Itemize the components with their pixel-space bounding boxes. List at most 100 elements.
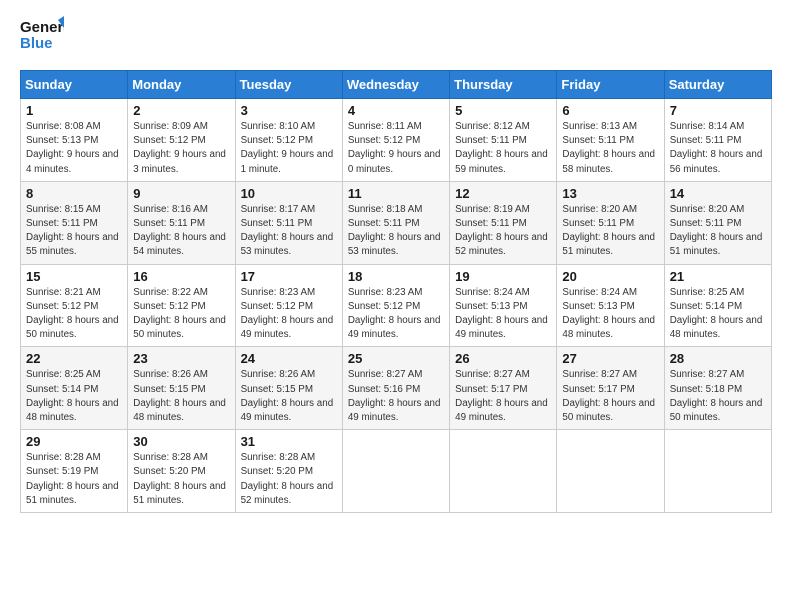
header: General Blue	[20, 16, 772, 60]
sunrise-label: Sunrise: 8:28 AM	[26, 452, 101, 463]
daylight-label: Daylight: 9 hours and 3 minutes.	[133, 149, 226, 174]
calendar-cell: 29 Sunrise: 8:28 AM Sunset: 5:19 PM Dayl…	[21, 430, 128, 513]
day-info: Sunrise: 8:25 AM Sunset: 5:14 PM Dayligh…	[26, 368, 122, 425]
sunrise-label: Sunrise: 8:28 AM	[241, 452, 316, 463]
sunset-label: Sunset: 5:12 PM	[348, 135, 420, 146]
calendar-cell	[342, 430, 449, 513]
sunset-label: Sunset: 5:11 PM	[348, 218, 420, 229]
daylight-label: Daylight: 8 hours and 56 minutes.	[670, 149, 763, 174]
sunrise-label: Sunrise: 8:21 AM	[26, 287, 101, 298]
day-number: 26	[455, 351, 551, 366]
day-info: Sunrise: 8:14 AM Sunset: 5:11 PM Dayligh…	[670, 120, 766, 177]
sunset-label: Sunset: 5:17 PM	[562, 384, 634, 395]
daylight-label: Daylight: 8 hours and 51 minutes.	[670, 232, 763, 257]
logo: General Blue	[20, 16, 64, 60]
calendar-cell: 11 Sunrise: 8:18 AM Sunset: 5:11 PM Dayl…	[342, 181, 449, 264]
sunrise-label: Sunrise: 8:28 AM	[133, 452, 208, 463]
daylight-label: Daylight: 8 hours and 50 minutes.	[562, 398, 655, 423]
calendar-cell: 4 Sunrise: 8:11 AM Sunset: 5:12 PM Dayli…	[342, 99, 449, 182]
daylight-label: Daylight: 8 hours and 48 minutes.	[562, 315, 655, 340]
day-number: 23	[133, 351, 229, 366]
calendar-cell: 31 Sunrise: 8:28 AM Sunset: 5:20 PM Dayl…	[235, 430, 342, 513]
daylight-label: Daylight: 8 hours and 51 minutes.	[133, 481, 226, 506]
sunrise-label: Sunrise: 8:16 AM	[133, 204, 208, 215]
sunrise-label: Sunrise: 8:26 AM	[241, 369, 316, 380]
sunrise-label: Sunrise: 8:13 AM	[562, 121, 637, 132]
day-number: 7	[670, 103, 766, 118]
day-header-monday: Monday	[128, 71, 235, 99]
sunset-label: Sunset: 5:14 PM	[26, 384, 98, 395]
day-number: 29	[26, 434, 122, 449]
sunset-label: Sunset: 5:12 PM	[348, 301, 420, 312]
daylight-label: Daylight: 9 hours and 4 minutes.	[26, 149, 119, 174]
day-info: Sunrise: 8:13 AM Sunset: 5:11 PM Dayligh…	[562, 120, 658, 177]
sunset-label: Sunset: 5:11 PM	[562, 218, 634, 229]
daylight-label: Daylight: 8 hours and 52 minutes.	[455, 232, 548, 257]
calendar-cell: 9 Sunrise: 8:16 AM Sunset: 5:11 PM Dayli…	[128, 181, 235, 264]
sunset-label: Sunset: 5:15 PM	[241, 384, 313, 395]
calendar-cell: 15 Sunrise: 8:21 AM Sunset: 5:12 PM Dayl…	[21, 264, 128, 347]
sunset-label: Sunset: 5:20 PM	[241, 466, 313, 477]
day-info: Sunrise: 8:23 AM Sunset: 5:12 PM Dayligh…	[241, 286, 337, 343]
day-number: 6	[562, 103, 658, 118]
sunset-label: Sunset: 5:12 PM	[133, 135, 205, 146]
day-number: 16	[133, 269, 229, 284]
day-number: 19	[455, 269, 551, 284]
sunrise-label: Sunrise: 8:27 AM	[562, 369, 637, 380]
calendar-cell	[664, 430, 771, 513]
sunrise-label: Sunrise: 8:27 AM	[670, 369, 745, 380]
daylight-label: Daylight: 8 hours and 50 minutes.	[670, 398, 763, 423]
calendar-cell: 5 Sunrise: 8:12 AM Sunset: 5:11 PM Dayli…	[450, 99, 557, 182]
calendar-cell: 10 Sunrise: 8:17 AM Sunset: 5:11 PM Dayl…	[235, 181, 342, 264]
day-info: Sunrise: 8:25 AM Sunset: 5:14 PM Dayligh…	[670, 286, 766, 343]
calendar-cell: 25 Sunrise: 8:27 AM Sunset: 5:16 PM Dayl…	[342, 347, 449, 430]
calendar-cell: 1 Sunrise: 8:08 AM Sunset: 5:13 PM Dayli…	[21, 99, 128, 182]
daylight-label: Daylight: 8 hours and 51 minutes.	[26, 481, 119, 506]
daylight-label: Daylight: 8 hours and 49 minutes.	[241, 398, 334, 423]
daylight-label: Daylight: 8 hours and 49 minutes.	[348, 315, 441, 340]
daylight-label: Daylight: 8 hours and 49 minutes.	[455, 315, 548, 340]
daylight-label: Daylight: 8 hours and 59 minutes.	[455, 149, 548, 174]
sunrise-label: Sunrise: 8:22 AM	[133, 287, 208, 298]
day-number: 3	[241, 103, 337, 118]
sunrise-label: Sunrise: 8:20 AM	[670, 204, 745, 215]
day-number: 15	[26, 269, 122, 284]
day-info: Sunrise: 8:12 AM Sunset: 5:11 PM Dayligh…	[455, 120, 551, 177]
week-row-4: 22 Sunrise: 8:25 AM Sunset: 5:14 PM Dayl…	[21, 347, 772, 430]
sunrise-label: Sunrise: 8:24 AM	[562, 287, 637, 298]
sunset-label: Sunset: 5:18 PM	[670, 384, 742, 395]
day-info: Sunrise: 8:18 AM Sunset: 5:11 PM Dayligh…	[348, 203, 444, 260]
day-number: 12	[455, 186, 551, 201]
day-number: 30	[133, 434, 229, 449]
sunset-label: Sunset: 5:17 PM	[455, 384, 527, 395]
calendar-cell: 22 Sunrise: 8:25 AM Sunset: 5:14 PM Dayl…	[21, 347, 128, 430]
daylight-label: Daylight: 9 hours and 0 minutes.	[348, 149, 441, 174]
calendar-cell: 12 Sunrise: 8:19 AM Sunset: 5:11 PM Dayl…	[450, 181, 557, 264]
calendar-cell: 17 Sunrise: 8:23 AM Sunset: 5:12 PM Dayl…	[235, 264, 342, 347]
daylight-label: Daylight: 8 hours and 49 minutes.	[455, 398, 548, 423]
sunrise-label: Sunrise: 8:08 AM	[26, 121, 101, 132]
day-info: Sunrise: 8:17 AM Sunset: 5:11 PM Dayligh…	[241, 203, 337, 260]
daylight-label: Daylight: 8 hours and 50 minutes.	[133, 315, 226, 340]
day-number: 5	[455, 103, 551, 118]
daylight-label: Daylight: 8 hours and 48 minutes.	[133, 398, 226, 423]
daylight-label: Daylight: 8 hours and 49 minutes.	[348, 398, 441, 423]
calendar-cell: 7 Sunrise: 8:14 AM Sunset: 5:11 PM Dayli…	[664, 99, 771, 182]
day-info: Sunrise: 8:21 AM Sunset: 5:12 PM Dayligh…	[26, 286, 122, 343]
sunset-label: Sunset: 5:20 PM	[133, 466, 205, 477]
sunset-label: Sunset: 5:12 PM	[133, 301, 205, 312]
sunrise-label: Sunrise: 8:15 AM	[26, 204, 101, 215]
calendar-cell	[450, 430, 557, 513]
day-number: 18	[348, 269, 444, 284]
day-number: 24	[241, 351, 337, 366]
calendar-cell: 20 Sunrise: 8:24 AM Sunset: 5:13 PM Dayl…	[557, 264, 664, 347]
calendar-cell: 8 Sunrise: 8:15 AM Sunset: 5:11 PM Dayli…	[21, 181, 128, 264]
calendar-cell: 3 Sunrise: 8:10 AM Sunset: 5:12 PM Dayli…	[235, 99, 342, 182]
day-number: 31	[241, 434, 337, 449]
daylight-label: Daylight: 8 hours and 53 minutes.	[241, 232, 334, 257]
day-header-friday: Friday	[557, 71, 664, 99]
sunset-label: Sunset: 5:11 PM	[670, 135, 742, 146]
day-header-wednesday: Wednesday	[342, 71, 449, 99]
sunset-label: Sunset: 5:11 PM	[455, 135, 527, 146]
day-number: 20	[562, 269, 658, 284]
